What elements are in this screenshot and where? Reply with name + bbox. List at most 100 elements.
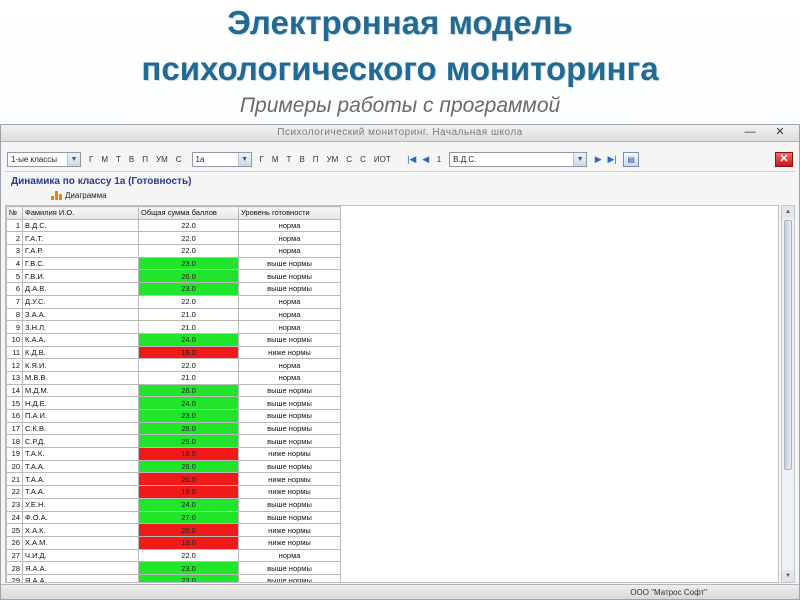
grade-select[interactable]: 1-ые классы ▼ [7, 151, 81, 167]
row-number-cell: 7 [6, 294, 23, 309]
student-name-cell: В.Д.С. [22, 218, 139, 233]
total-score-cell: 24.0 [138, 332, 239, 347]
class-select[interactable]: 1а ▼ [191, 151, 252, 167]
indicator-g2-button-0[interactable]: Г [256, 155, 268, 164]
table-row[interactable]: 21 Т.А.А. 20.0 ниже нормы [6, 472, 341, 487]
indicator-g1-button-0[interactable]: Г [85, 155, 97, 164]
table-row[interactable]: 5 Г.В.И. 26.0 выше нормы [6, 269, 341, 284]
vertical-scrollbar[interactable]: ▲ ▼ [781, 205, 795, 583]
row-number-cell: 1 [6, 218, 23, 233]
dropdown-arrow-icon[interactable]: ▼ [67, 152, 80, 166]
column-header-number[interactable]: № [6, 206, 23, 220]
table-row[interactable]: 26 Х.А.М. 19.0 ниже нормы [6, 535, 341, 550]
indicator-g2-button-8[interactable]: ИОТ [370, 155, 395, 164]
student-name-cell: З.Н.Л. [22, 320, 139, 334]
indicator-buttons-group-1: Г М Т В П УМ С [85, 155, 186, 164]
dropdown-arrow-icon[interactable]: ▼ [573, 152, 587, 166]
total-score-cell: 16.0 [138, 345, 239, 360]
row-number-cell: 29 [6, 573, 23, 582]
indicator-g1-button-1[interactable]: М [97, 155, 112, 164]
row-number-cell: 4 [6, 256, 23, 271]
table-row[interactable]: 23 У.Е.Н. 24.0 выше нормы [6, 497, 341, 512]
student-name-cell: Ф.О.А. [22, 510, 139, 525]
scroll-down-icon[interactable]: ▼ [782, 570, 794, 582]
minimize-icon[interactable]: — [743, 126, 757, 139]
table-row[interactable]: 13 М.В.В. 21.0 норма [6, 370, 341, 385]
readiness-level-cell: выше нормы [238, 383, 341, 398]
window-close-icon[interactable]: ✕ [773, 126, 787, 139]
scroll-up-icon[interactable]: ▲ [782, 206, 794, 218]
column-header-level[interactable]: Уровень готовности [238, 206, 341, 220]
table-row[interactable]: 29 Я.А.А. 23.0 выше нормы [6, 573, 341, 582]
chart-icon [51, 191, 62, 200]
indicator-g2-button-2[interactable]: Т [283, 155, 296, 164]
table-row[interactable]: 25 Х.А.К. 20.0 ниже нормы [6, 523, 341, 537]
table-row[interactable]: 18 С.Р.Д. 25.0 выше нормы [6, 434, 341, 449]
indicator-g2-button-1[interactable]: М [268, 155, 283, 164]
indicator-g2-button-4[interactable]: П [309, 155, 323, 164]
table-row[interactable]: 16 П.А.И. 23.0 выше нормы [6, 409, 341, 423]
indicator-g2-button-6[interactable]: С [342, 155, 356, 164]
column-header-score[interactable]: Общая сумма баллов [138, 206, 239, 220]
table-row[interactable]: 11 К.Д.В. 16.0 ниже нормы [6, 345, 341, 360]
student-name-cell: Т.А.А. [22, 459, 139, 474]
table-row[interactable]: 28 Я.А.А. 23.0 выше нормы [6, 561, 341, 575]
last-page-icon[interactable]: ▶| [605, 154, 619, 165]
readiness-level-cell: норма [238, 218, 341, 233]
table-row[interactable]: 14 М.Д.М. 26.0 выше нормы [6, 383, 341, 398]
table-row[interactable]: 24 Ф.О.А. 27.0 выше нормы [6, 510, 341, 525]
total-score-cell: 26.0 [138, 459, 239, 474]
table-row[interactable]: 6 Д.А.В. 23.0 выше нормы [6, 282, 341, 296]
total-score-cell: 24.0 [138, 497, 239, 512]
table-row[interactable]: 27 Ч.И.Д. 22.0 норма [6, 548, 341, 563]
total-score-cell: 22.0 [138, 548, 239, 563]
student-select[interactable]: В.Д.С. ▼ [449, 151, 588, 167]
table-row[interactable]: 3 Г.А.Р. 22.0 норма [6, 244, 341, 258]
page-number: 1 [436, 154, 442, 164]
table-row[interactable]: 12 К.Я.И. 22.0 норма [6, 358, 341, 372]
student-name-cell: Н.Д.Е. [22, 396, 139, 410]
table-row[interactable]: 4 Г.В.С. 23.0 выше нормы [6, 256, 341, 271]
table-row[interactable]: 9 З.Н.Л. 21.0 норма [6, 320, 341, 334]
table-row[interactable]: 8 З.А.А. 21.0 норма [6, 307, 341, 322]
indicator-g1-button-4[interactable]: П [138, 155, 152, 164]
prev-page-icon[interactable]: ◀ [419, 154, 433, 165]
readiness-level-cell: норма [238, 244, 341, 258]
toolbar-divider [5, 171, 795, 172]
table-row[interactable]: 20 Т.А.А. 26.0 выше нормы [6, 459, 341, 474]
indicator-g2-button-5[interactable]: УМ [323, 155, 343, 164]
indicator-g1-button-3[interactable]: В [125, 155, 138, 164]
table-row[interactable]: 22 Т.А.А. 19.0 ниже нормы [6, 485, 341, 499]
table-row[interactable]: 17 С.К.В. 28.0 выше нормы [6, 421, 341, 436]
table-row[interactable]: 15 Н.Д.Е. 24.0 выше нормы [6, 396, 341, 410]
dropdown-arrow-icon[interactable]: ▼ [237, 152, 251, 166]
student-name-cell: Х.А.К. [22, 523, 139, 537]
table-row[interactable]: 1 В.Д.С. 22.0 норма [6, 218, 341, 233]
column-header-name[interactable]: Фамилия И.О. [22, 206, 139, 220]
indicator-buttons-group-2: Г М Т В П УМ С С ИОТ [256, 155, 395, 164]
indicator-g1-button-2[interactable]: Т [112, 155, 125, 164]
total-score-cell: 22.0 [138, 244, 239, 258]
print-icon[interactable]: ▤ [623, 151, 640, 167]
close-icon[interactable]: ✕ [775, 151, 793, 167]
table-row[interactable]: 19 Т.А.К. 19.0 ниже нормы [6, 447, 341, 461]
first-page-icon[interactable]: |◀ [405, 154, 419, 165]
row-number-cell: 3 [6, 244, 23, 258]
app-window: Психологический мониторинг. Начальная шк… [0, 124, 800, 600]
readiness-level-cell: ниже нормы [238, 523, 341, 537]
table-row[interactable]: 2 Г.А.Т. 22.0 норма [6, 231, 341, 246]
table-row[interactable]: 10 К.А.А. 24.0 выше нормы [6, 332, 341, 347]
scrollbar-thumb[interactable] [784, 220, 792, 470]
grade-select-value: 1-ые классы [11, 154, 57, 164]
indicator-g2-button-3[interactable]: В [295, 155, 308, 164]
next-page-icon[interactable]: ▶ [591, 154, 605, 165]
indicator-g1-button-5[interactable]: УМ [152, 155, 172, 164]
slide-title-line2: психологического мониторинга [141, 50, 659, 87]
student-name-cell: Г.В.И. [22, 269, 139, 284]
indicator-g2-button-7[interactable]: С [356, 155, 370, 164]
indicator-g1-button-6[interactable]: С [172, 155, 186, 164]
copyright-text: ООО "Матрос Софт" [630, 588, 707, 597]
table-row[interactable]: 7 Д.У.С. 22.0 норма [6, 294, 341, 309]
diagram-button[interactable]: Диаграмма [51, 191, 107, 200]
total-score-cell: 26.0 [138, 269, 239, 284]
